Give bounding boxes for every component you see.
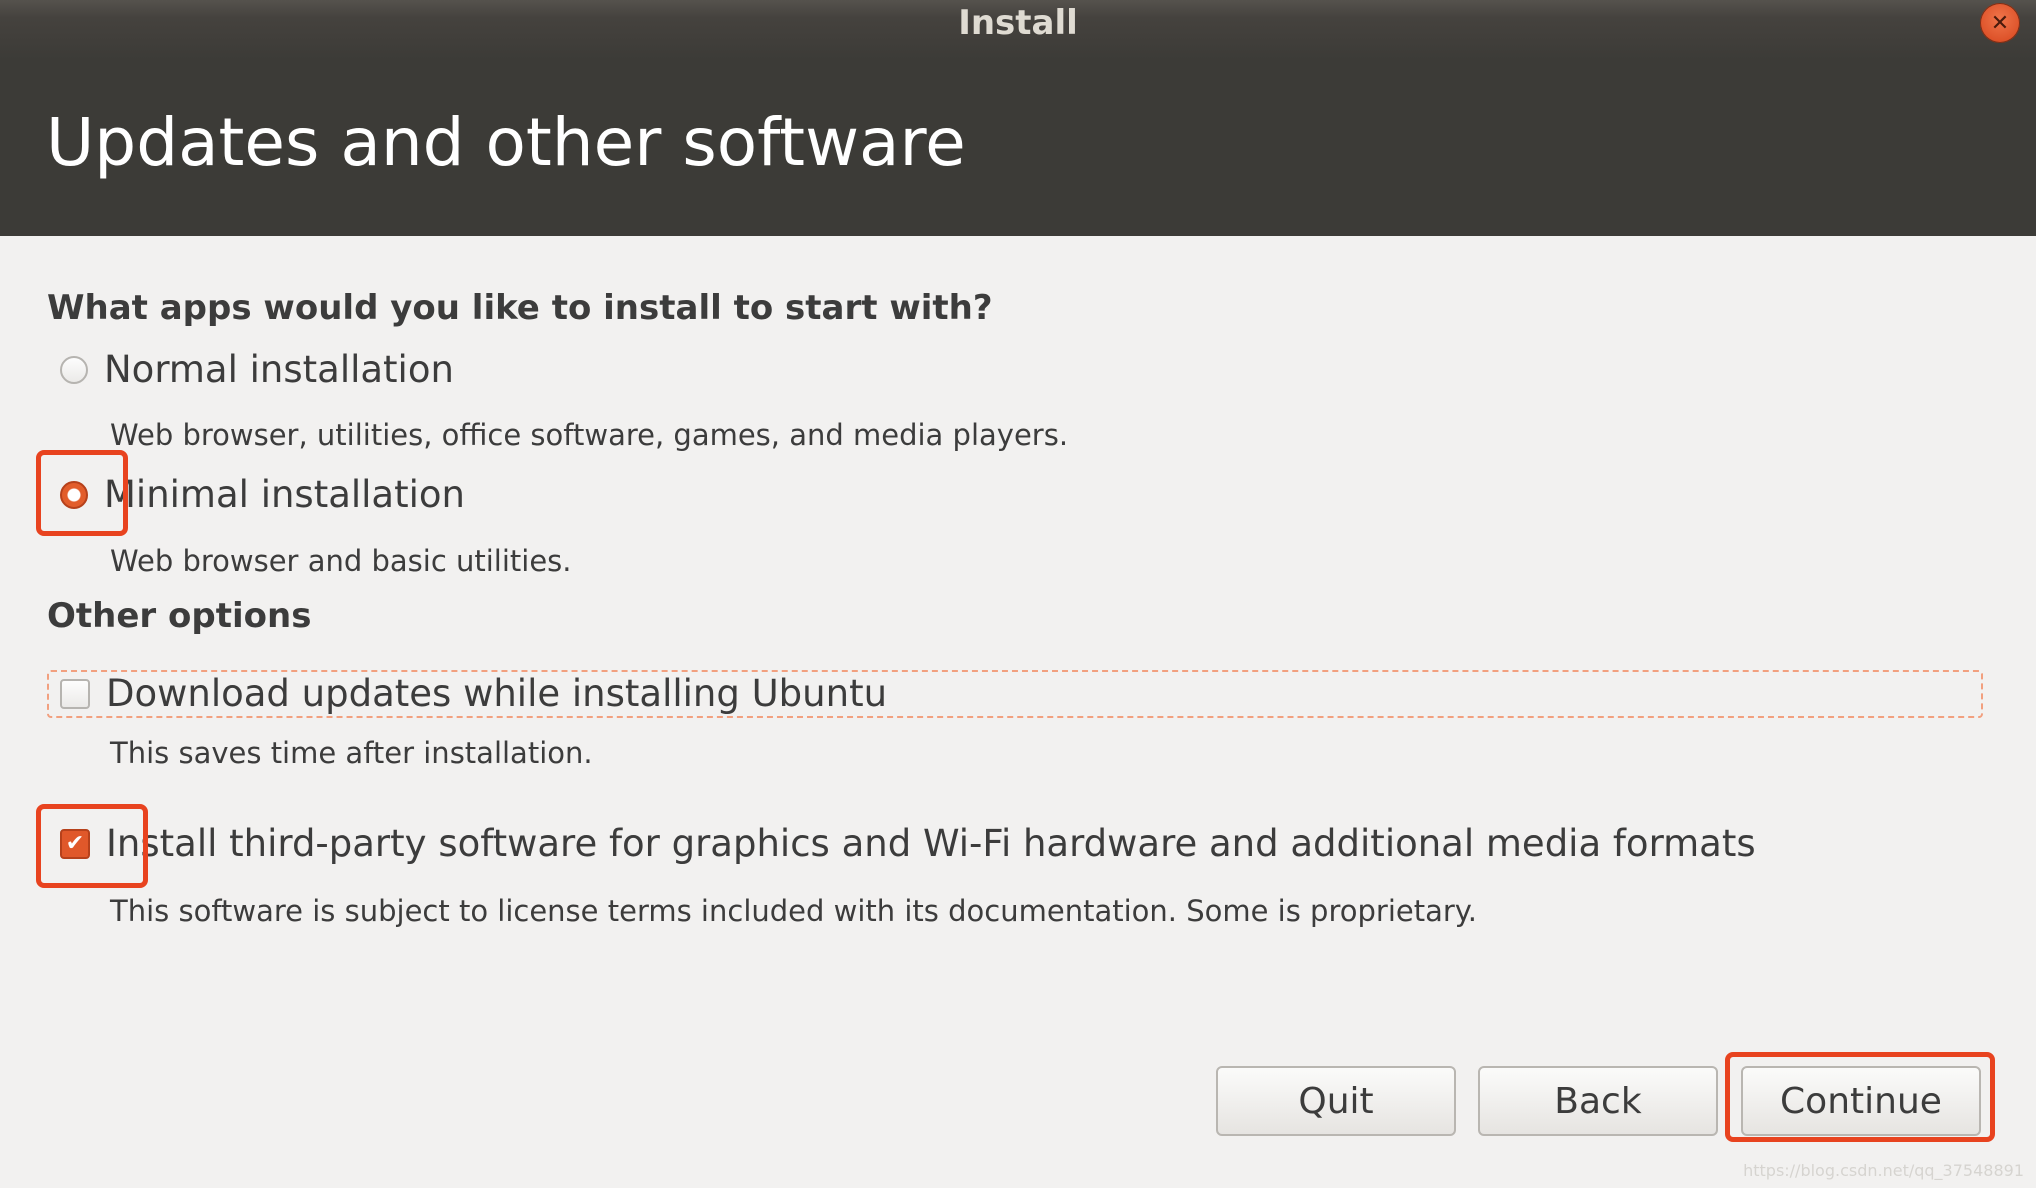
radio-normal-installation[interactable]: Normal installation bbox=[60, 348, 454, 391]
watermark-text: https://blog.csdn.net/qq_37548891 bbox=[1743, 1161, 2024, 1180]
quit-button[interactable]: Quit bbox=[1216, 1066, 1456, 1136]
download-updates-description: This saves time after installation. bbox=[110, 736, 593, 770]
normal-installation-label[interactable]: Normal installation bbox=[104, 348, 454, 391]
window-title: Install bbox=[958, 3, 1078, 43]
other-options-title: Other options bbox=[47, 596, 312, 636]
page-title: Updates and other software bbox=[46, 104, 966, 181]
third-party-software-description: This software is subject to license term… bbox=[110, 894, 1478, 928]
annotation-highlight-minimal bbox=[36, 450, 128, 536]
title-bar: Install ✕ Updates and other software bbox=[0, 0, 2036, 236]
radio-unchecked-icon[interactable] bbox=[60, 355, 88, 384]
main-content: What apps would you like to install to s… bbox=[0, 236, 2036, 1188]
checkbox-third-party-software[interactable]: ✔ Install third-party software for graph… bbox=[60, 822, 1756, 865]
installer-window: Install ✕ Updates and other software Wha… bbox=[0, 0, 2036, 1188]
download-updates-label[interactable]: Download updates while installing Ubuntu bbox=[106, 672, 887, 715]
annotation-highlight-continue bbox=[1725, 1052, 1995, 1142]
close-icon[interactable]: ✕ bbox=[1980, 3, 2020, 43]
checkbox-unchecked-icon[interactable] bbox=[60, 678, 90, 709]
minimal-installation-description: Web browser and basic utilities. bbox=[110, 544, 572, 578]
apps-section-title: What apps would you like to install to s… bbox=[47, 288, 993, 328]
third-party-software-label[interactable]: Install third-party software for graphic… bbox=[106, 822, 1756, 865]
checkbox-download-updates[interactable]: Download updates while installing Ubuntu bbox=[60, 672, 887, 715]
normal-installation-description: Web browser, utilities, office software,… bbox=[110, 418, 1069, 452]
back-button[interactable]: Back bbox=[1478, 1066, 1718, 1136]
annotation-highlight-third-party bbox=[36, 804, 148, 888]
minimal-installation-label[interactable]: Minimal installation bbox=[104, 473, 465, 516]
